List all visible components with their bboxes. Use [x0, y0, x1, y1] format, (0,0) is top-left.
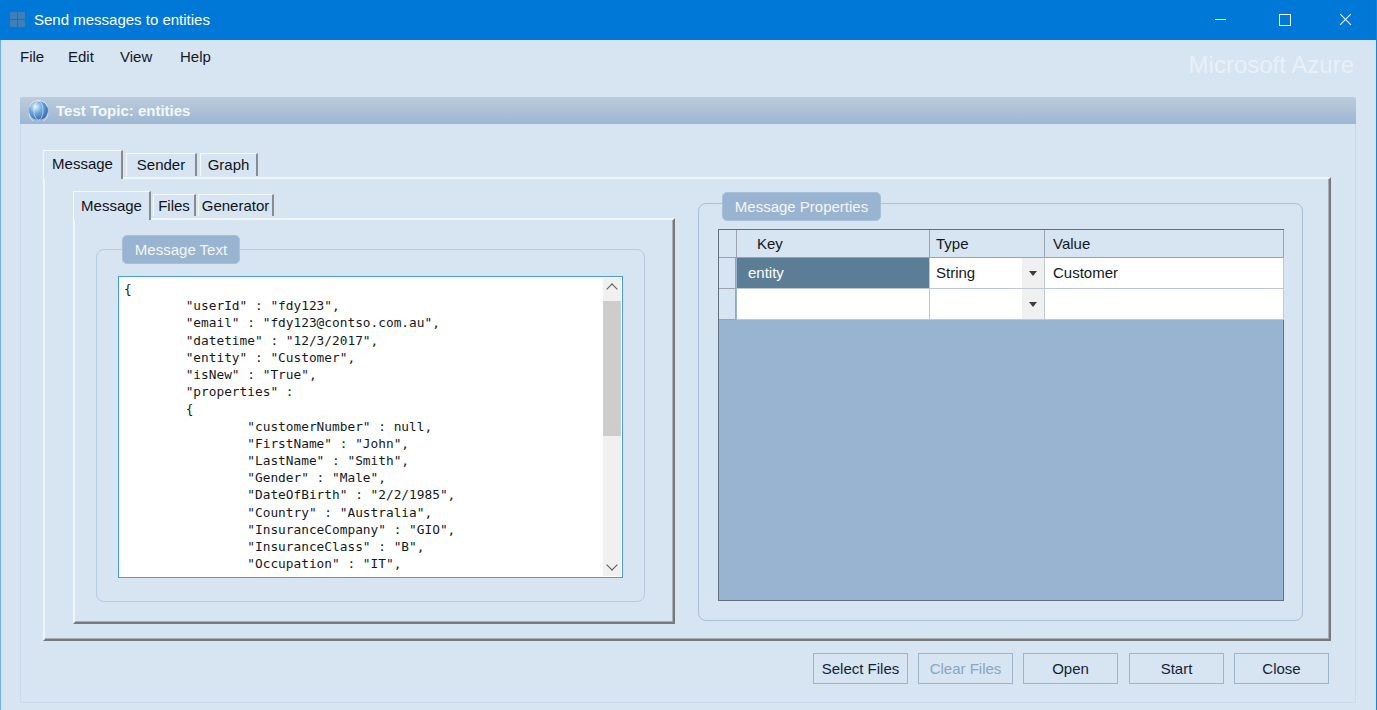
- message-json: { "userId" : "fdy123", "email" : "fdy123…: [124, 280, 455, 572]
- message-text-label: Message Text: [122, 235, 240, 264]
- grid-cell-key-1[interactable]: entity: [737, 258, 930, 289]
- grid-header-value[interactable]: Value: [1045, 230, 1284, 258]
- tab-message[interactable]: Message: [43, 150, 123, 179]
- menu-help[interactable]: Help: [180, 47, 211, 67]
- close-button[interactable]: [1322, 0, 1368, 40]
- globe-icon: [28, 100, 49, 121]
- grid-cell-value-2[interactable]: [1045, 289, 1284, 320]
- maximize-icon: [1279, 14, 1291, 26]
- message-properties-label: Message Properties: [722, 192, 881, 221]
- type-dropdown-1[interactable]: [1022, 258, 1044, 288]
- tab-generator[interactable]: Generator: [198, 194, 274, 216]
- close-button-bottom[interactable]: Close: [1234, 653, 1329, 684]
- message-text-area[interactable]: { "userId" : "fdy123", "email" : "fdy123…: [118, 276, 623, 578]
- maximize-button[interactable]: [1262, 0, 1308, 40]
- grid-rowheader-2[interactable]: [719, 289, 736, 320]
- tab-files[interactable]: Files: [153, 194, 196, 216]
- scroll-thumb[interactable]: [603, 301, 621, 436]
- start-button[interactable]: Start: [1129, 653, 1224, 684]
- type-value: String: [936, 264, 975, 281]
- tab-inner-message[interactable]: Message: [73, 191, 151, 220]
- menu-file[interactable]: File: [20, 47, 44, 67]
- vertical-scrollbar[interactable]: [603, 278, 621, 576]
- menu-edit[interactable]: Edit: [68, 47, 94, 67]
- window-title: Send messages to entities: [34, 0, 210, 40]
- grid-cell-key-2[interactable]: [737, 289, 930, 320]
- group-title: Test Topic: entities: [56, 97, 190, 124]
- scroll-up-icon[interactable]: [606, 283, 617, 294]
- microsoft-azure-brand: Microsoft Azure: [1189, 51, 1354, 79]
- grid-corner-cell: [719, 230, 737, 258]
- properties-grid: Key Type Value entity String Customer: [718, 229, 1284, 601]
- minimize-button[interactable]: [1197, 0, 1243, 40]
- test-topic-header: [20, 97, 1356, 124]
- tab-sender[interactable]: Sender: [126, 153, 197, 176]
- window-border-left: [0, 0, 1, 710]
- menu-view[interactable]: View: [120, 47, 152, 67]
- grid-header-type[interactable]: Type: [930, 230, 1045, 258]
- clear-files-button[interactable]: Clear Files: [918, 653, 1013, 684]
- app-icon: [10, 12, 26, 28]
- grid-rowheader-1[interactable]: [719, 258, 736, 289]
- select-files-button[interactable]: Select Files: [813, 653, 908, 684]
- open-button[interactable]: Open: [1023, 653, 1118, 684]
- minimize-icon: [1215, 19, 1226, 20]
- scroll-down-icon[interactable]: [606, 559, 617, 570]
- grid-header-key[interactable]: Key: [737, 230, 930, 258]
- dropdown-arrow-icon: [1029, 271, 1037, 276]
- grid-cell-type-2[interactable]: [930, 289, 1045, 320]
- type-dropdown-2[interactable]: [1022, 289, 1044, 319]
- tab-graph[interactable]: Graph: [200, 153, 258, 176]
- title-bar: Send messages to entities: [0, 0, 1377, 40]
- grid-cell-type-1[interactable]: String: [930, 258, 1045, 289]
- grid-cell-value-1[interactable]: Customer: [1045, 258, 1284, 289]
- dropdown-arrow-icon: [1029, 302, 1037, 307]
